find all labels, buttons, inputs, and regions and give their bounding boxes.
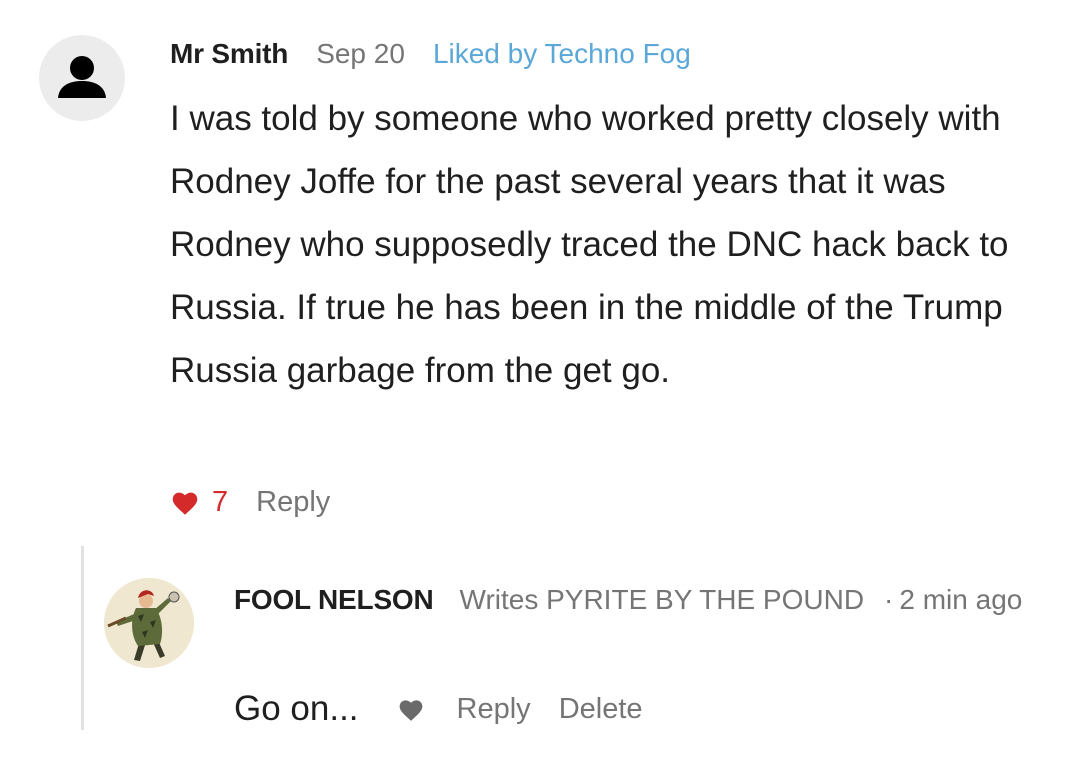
heart-icon[interactable]	[397, 697, 425, 722]
comment-header: Mr Smith Sep 20 Liked by Techno Fog	[170, 34, 691, 74]
thread-line	[81, 546, 84, 730]
comment-actions: 7 Reply	[170, 482, 330, 522]
comment-date[interactable]: Sep 20	[316, 38, 405, 70]
reply-avatar[interactable]	[104, 578, 194, 668]
comment-body: I was told by someone who worked pretty …	[170, 99, 1009, 390]
reply-author[interactable]: FOOL NELSON	[234, 584, 434, 615]
reply-body-row: Go on... Reply Delete	[234, 685, 643, 733]
reply-time[interactable]: 2 min ago	[899, 584, 1022, 615]
liked-by-label: Liked by Techno Fog	[432, 38, 691, 69]
reply-button[interactable]: Reply	[256, 486, 330, 519]
person-silhouette-icon	[58, 56, 106, 98]
comment-author[interactable]: Mr Smith	[170, 38, 288, 70]
like-button[interactable]: 7	[170, 486, 228, 519]
meta-separator: ·	[884, 584, 894, 615]
reply-byline[interactable]: Writes PYRITE BY THE POUND	[460, 584, 865, 615]
heart-filled-icon	[170, 489, 200, 516]
delete-button[interactable]: Delete	[559, 693, 643, 726]
illustrated-figure-avatar	[104, 578, 194, 668]
reply-body: Go on...	[234, 689, 359, 728]
user-avatar[interactable]	[39, 35, 125, 121]
reply-header: FOOL NELSON Writes PYRITE BY THE POUND · 2 …	[234, 578, 1034, 622]
reply-button[interactable]: Reply	[457, 693, 531, 726]
like-count: 7	[212, 485, 229, 518]
